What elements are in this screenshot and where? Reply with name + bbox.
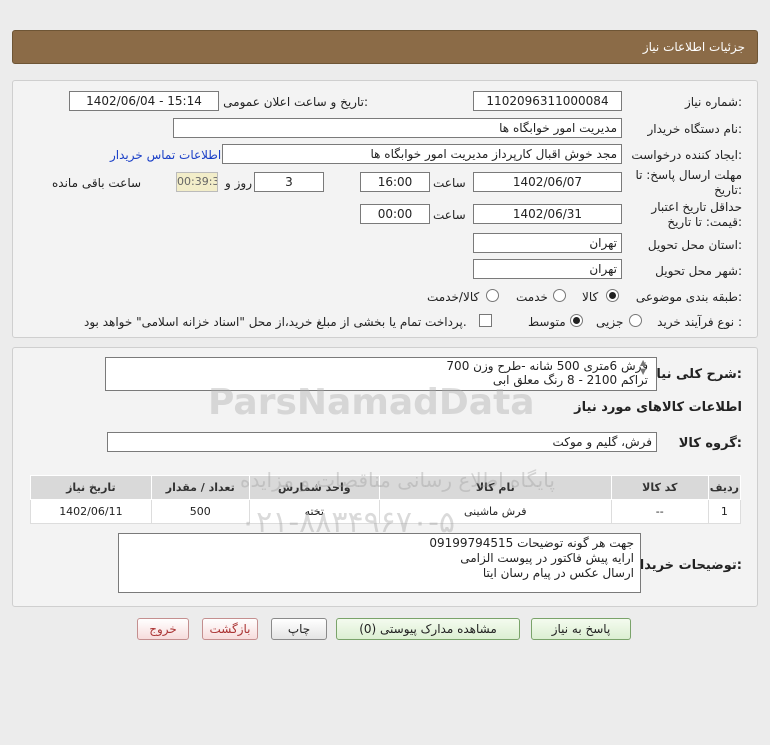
col-row-header: ردیف: [707, 475, 742, 500]
days-field: 3: [254, 172, 324, 192]
cell-unit: تخته: [248, 499, 380, 524]
buyer-org-label: نام دستگاه خریدار:: [647, 122, 743, 136]
city-field: تهران: [473, 259, 622, 279]
remaining-label: ساعت باقی مانده: [52, 176, 142, 190]
validity-date-field: 1402/06/31: [473, 204, 622, 224]
col-code-header: کد کالا: [610, 475, 709, 500]
goods-section-title: اطلاعات کالاهای مورد نیاز: [574, 400, 742, 415]
validity-label-line1: حداقل تاریخ اعتبار: [651, 200, 742, 214]
deadline-label-line2: تاریخ:: [714, 183, 742, 197]
remaining-time-field: 00:39:31: [176, 172, 218, 192]
page-header: جزئیات اطلاعات نیاز: [12, 30, 758, 64]
cell-qty: 500: [150, 499, 250, 524]
deadline-time-field: 16:00: [360, 172, 430, 192]
process-medium-radio[interactable]: [570, 314, 583, 327]
notes-line-1: جهت هر گونه توضیحات 09199794515: [429, 536, 634, 550]
goods-table-header: ردیف کد کالا نام کالا واحد شمارش تعداد /…: [30, 475, 742, 500]
process-minor-radio[interactable]: [629, 314, 642, 327]
exit-button[interactable]: خروج: [137, 618, 189, 640]
deadline-date-field: 1402/06/07: [473, 172, 622, 192]
category-goods-service-radio[interactable]: [486, 289, 499, 302]
contact-buyer-link[interactable]: اطلاعات تماس خریدار: [110, 148, 221, 162]
treasury-payment-note: پرداخت تمام یا بخشی از مبلغ خرید،از محل …: [84, 315, 467, 329]
validity-time-field: 00:00: [360, 204, 430, 224]
category-label: طبقه بندی موضوعی:: [635, 290, 742, 304]
province-label: استان محل تحویل:: [647, 238, 742, 252]
col-unit-header: واحد شمارش: [248, 475, 380, 500]
summary-line-1: فرش 6متری 500 شانه -طرح وزن 700: [446, 359, 648, 373]
notes-line-2: ارایه پیش فاکتور در پیوست الزامی: [460, 551, 634, 565]
col-date-header: تاریخ نیاز: [30, 475, 152, 500]
cell-date: 1402/06/11: [30, 499, 152, 524]
attachments-button[interactable]: مشاهده مدارک پیوستی (0): [336, 618, 520, 640]
textarea-resize-icon[interactable]: ▲ ▼: [640, 358, 646, 376]
cell-code: --: [610, 499, 709, 524]
category-service-radio[interactable]: [553, 289, 566, 302]
process-minor-label: جزیی: [596, 315, 624, 329]
need-number-label: شماره نیاز:: [684, 95, 742, 109]
creator-field: مجد خوش اقبال کارپرداز مدیریت امور خوابگ…: [222, 144, 622, 164]
validity-label: حداقل تاریخ اعتبار قیمت: تا تاریخ:: [651, 200, 742, 230]
goods-table: ردیف کد کالا نام کالا واحد شمارش تعداد /…: [30, 475, 742, 524]
announce-label: تاریخ و ساعت اعلان عمومی:: [223, 95, 368, 109]
process-label: نوع فرآیند خرید :: [657, 315, 742, 329]
goods-group-label: گروه کالا:: [678, 436, 742, 451]
process-medium-label: متوسط: [528, 315, 566, 329]
reply-button[interactable]: پاسخ به نیاز: [531, 618, 631, 640]
buyer-org-field: مدیریت امور خوابگاه ها: [173, 118, 622, 138]
summary-textarea[interactable]: فرش 6متری 500 شانه -طرح وزن 700 تراکم 21…: [105, 357, 657, 391]
print-button[interactable]: چاپ: [271, 618, 327, 640]
page-title: جزئیات اطلاعات نیاز: [642, 40, 745, 54]
buyer-notes-box: جهت هر گونه توضیحات 09199794515 ارایه پی…: [118, 533, 641, 593]
category-service-label: خدمت: [516, 290, 548, 304]
treasury-payment-checkbox[interactable]: [479, 314, 492, 327]
cell-name: فرش ماشینی: [378, 499, 612, 524]
table-row: 1 -- فرش ماشینی تخته 500 1402/06/11: [30, 499, 742, 524]
creator-label: ایجاد کننده درخواست:: [631, 148, 742, 162]
validity-label-line2: قیمت: تا تاریخ:: [667, 215, 742, 229]
cell-row: 1: [707, 499, 742, 524]
deadline-label: مهلت ارسال پاسخ: تا تاریخ:: [635, 168, 742, 198]
province-field: تهران: [473, 233, 622, 253]
col-name-header: نام کالا: [378, 475, 612, 500]
category-goods-label: کالا: [582, 290, 599, 304]
deadline-time-label: ساعت: [433, 176, 466, 190]
summary-label: شرح کلی نیاز:: [648, 367, 742, 382]
announce-field: 1402/06/04 - 15:14: [69, 91, 219, 111]
buyer-notes-label: توضیحات خریدار:: [632, 558, 742, 573]
category-goods-service-label: کالا/خدمت: [427, 290, 480, 304]
validity-time-label: ساعت: [433, 208, 466, 222]
notes-line-3: ارسال عکس در پیام رسان ایتا: [482, 566, 634, 580]
col-qty-header: تعداد / مقدار: [150, 475, 250, 500]
need-number-field: 1102096311000084: [473, 91, 622, 111]
goods-group-field: فرش، گلیم و موکت: [107, 432, 657, 452]
summary-line-2: تراکم 2100 - 8 رنگ معلق ابی: [492, 373, 648, 387]
days-label: روز و: [225, 176, 252, 190]
deadline-label-line1: مهلت ارسال پاسخ: تا: [635, 168, 742, 182]
category-goods-radio[interactable]: [606, 289, 619, 302]
back-button[interactable]: بازگشت: [202, 618, 258, 640]
city-label: شهر محل تحویل:: [655, 264, 742, 278]
